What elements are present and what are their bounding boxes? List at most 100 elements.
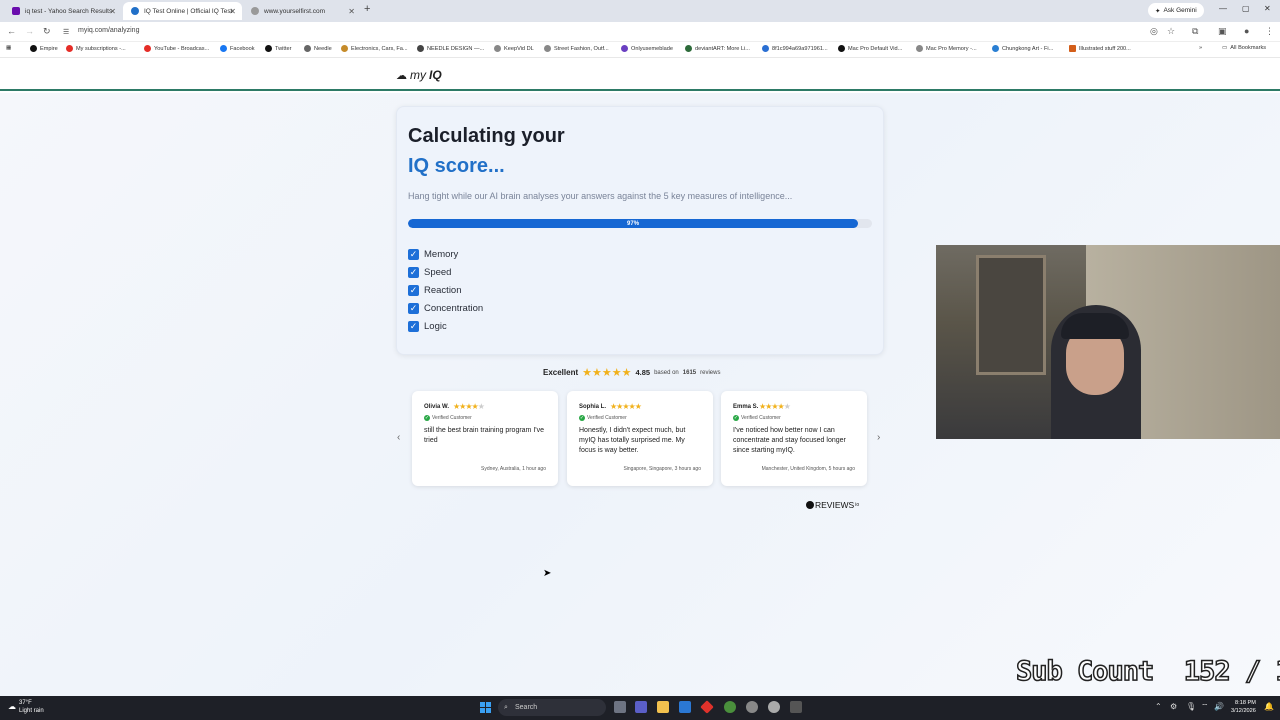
checklist-item-speed: ✓ Speed xyxy=(408,266,451,278)
bookmark-favicon-icon xyxy=(621,45,628,52)
minimize-icon[interactable]: — xyxy=(1219,4,1227,13)
bookmark-label: Mac Pro Memory -... xyxy=(926,45,977,52)
eye-off-icon[interactable]: ◎ xyxy=(1150,26,1158,37)
back-icon[interactable]: ← xyxy=(7,26,16,36)
store-icon[interactable] xyxy=(679,701,691,713)
teams-icon[interactable] xyxy=(635,701,647,713)
review-card: Emma S. ★★★★★ ✓ Verified Customer I've no… xyxy=(721,391,867,486)
bookmark-item[interactable]: Twitter xyxy=(265,45,291,52)
app-icon[interactable] xyxy=(746,701,758,713)
gemini-sparkle-icon: ✦ xyxy=(1155,7,1161,15)
bookmark-item[interactable]: YouTube - Broadcas... xyxy=(144,45,209,52)
bookmark-item[interactable]: My subscriptions -... xyxy=(66,45,126,52)
check-circle-icon: ✓ xyxy=(424,415,430,421)
subtitle: Hang tight while our AI brain analyses y… xyxy=(408,191,793,201)
reviewer-name: Sophia L. xyxy=(579,404,606,410)
new-tab-button[interactable]: + xyxy=(364,3,370,15)
ask-gemini-button[interactable]: ✦ Ask Gemini xyxy=(1148,3,1204,18)
app-icon[interactable] xyxy=(790,701,802,713)
rating-reviews-word: reviews xyxy=(700,369,721,376)
windows-start-icon[interactable] xyxy=(480,702,491,713)
bookmark-item[interactable]: Electronics, Cars, Fa... xyxy=(341,45,408,52)
webcam-cap xyxy=(1061,313,1129,339)
bookmark-item[interactable]: Onlyusemeblade xyxy=(621,45,673,52)
needle-icon xyxy=(304,45,311,52)
ask-gemini-label: Ask Gemini xyxy=(1163,7,1197,14)
all-bookmarks[interactable]: ▭ All Bookmarks xyxy=(1222,45,1266,51)
taskbar-search[interactable]: ⌕ Search xyxy=(498,699,606,716)
menu-icon[interactable]: ⋮ xyxy=(1265,26,1274,37)
weather-widget[interactable]: ☁ 37°F Light rain xyxy=(8,699,44,715)
bookmark-label: Illustrated stuff 200... xyxy=(1079,45,1131,52)
image-icon xyxy=(762,45,769,52)
url-field[interactable]: myiq.com/analyzing xyxy=(78,27,139,34)
apps-icon[interactable]: ▦ xyxy=(6,45,11,51)
bookmark-item[interactable]: Facebook xyxy=(220,45,255,52)
close-tab-icon[interactable]: ✕ xyxy=(348,7,355,16)
reviews-io-logo[interactable]: REVIEWS io xyxy=(806,500,859,510)
rating-label: Excellent xyxy=(543,368,579,377)
youtube-icon xyxy=(144,45,151,52)
system-clock[interactable]: 8:18 PM 3/12/2026 xyxy=(1231,699,1256,715)
wifi-icon[interactable]: ⌔ xyxy=(1201,702,1209,712)
myiq-logo[interactable]: ☁ my IQ xyxy=(396,68,442,82)
carousel-prev-icon[interactable]: ‹ xyxy=(397,432,400,443)
logo-suffix: IQ xyxy=(429,68,442,82)
bookmark-item[interactable]: Needle xyxy=(304,45,332,52)
tab-myiq[interactable]: IQ Test Online | Official IQ Test ✕ xyxy=(123,2,242,20)
tray-chevron-icon[interactable]: ⌃ xyxy=(1155,702,1162,711)
close-tab-icon[interactable]: ✕ xyxy=(229,7,236,16)
verified-label: Verified Customer xyxy=(432,415,472,421)
site-info-icon[interactable]: ☰ xyxy=(63,28,69,36)
bookmark-item[interactable]: NEEDLE DESIGN —... xyxy=(417,45,484,52)
file-explorer-icon[interactable] xyxy=(657,701,669,713)
more-bookmarks-icon[interactable]: » xyxy=(1199,45,1202,51)
bookmark-item[interactable]: Mac Pro Memory -... xyxy=(916,45,977,52)
settings-icon[interactable] xyxy=(768,701,780,713)
browser-tab-bar: iq test - Yahoo Search Results ✕ IQ Test… xyxy=(0,0,1280,22)
bookmark-label: 8f1c994a69a971961... xyxy=(772,45,828,52)
sidebar-icon[interactable]: ▣ xyxy=(1218,26,1227,37)
reviewer-name: Olivia W. xyxy=(424,404,450,410)
extensions-icon[interactable]: ⧉ xyxy=(1192,26,1198,37)
tab-title: iq test - Yahoo Search Results xyxy=(25,7,113,15)
profile-icon[interactable]: ● xyxy=(1244,26,1249,36)
site-header: ☁ my IQ xyxy=(0,58,1280,91)
bookmark-label: Street Fashion, Outf... xyxy=(554,45,609,52)
bookmark-item[interactable]: deviantART: More Li... xyxy=(685,45,750,52)
chrome-icon[interactable] xyxy=(724,701,736,713)
carousel-next-icon[interactable]: › xyxy=(877,432,880,443)
microphone-icon[interactable]: 🎙 xyxy=(1186,702,1196,711)
progress-label: 97% xyxy=(627,220,640,227)
maximize-icon[interactable]: ▢ xyxy=(1242,4,1250,13)
tab-yourselfirst[interactable]: www.yourselfirst.com ✕ xyxy=(243,2,361,20)
reload-icon[interactable]: ↻ xyxy=(43,26,51,37)
reviews-io-icon xyxy=(806,501,814,509)
bookmark-item[interactable]: Chungkong Art - Fi... xyxy=(992,45,1053,52)
volume-icon[interactable]: 🔊 xyxy=(1214,702,1224,711)
app-icon[interactable] xyxy=(700,700,714,714)
tray-app-icon[interactable]: ⚙ xyxy=(1170,702,1177,711)
tab-yahoo[interactable]: iq test - Yahoo Search Results ✕ xyxy=(4,2,122,20)
bookmark-item[interactable]: 8f1c994a69a971961... xyxy=(762,45,828,52)
checkbox-checked-icon: ✓ xyxy=(408,266,419,278)
task-view-icon[interactable] xyxy=(614,701,626,713)
bookmark-star-icon[interactable]: ☆ xyxy=(1167,26,1175,37)
bookmark-item[interactable]: Street Fashion, Outf... xyxy=(544,45,609,52)
rating-count: 1615 xyxy=(682,369,697,376)
close-window-icon[interactable]: ✕ xyxy=(1264,4,1271,13)
forward-icon[interactable]: → xyxy=(25,26,34,36)
bookmark-item[interactable]: Illustrated stuff 200... xyxy=(1069,45,1131,52)
close-tab-icon[interactable]: ✕ xyxy=(109,7,116,16)
review-text: still the best brain training program I'… xyxy=(424,427,545,444)
bookmark-favicon-icon xyxy=(341,45,348,52)
notification-icon[interactable]: 🔔 xyxy=(1264,702,1274,711)
bookmark-item[interactable]: KeepVid DL xyxy=(494,45,534,52)
review-location: Sydney, Australia, 1 hour ago xyxy=(481,466,546,472)
bookmark-item[interactable]: Mac Pro Default Vid... xyxy=(838,45,902,52)
tab-title: www.yourselfirst.com xyxy=(264,7,326,15)
checklist-item-memory: ✓ Memory xyxy=(408,248,458,260)
sub-count-overlay: Sub Count 152 / 155 xyxy=(1015,655,1280,688)
bookmark-item[interactable]: Empire xyxy=(30,45,58,52)
checkbox-checked-icon: ✓ xyxy=(408,302,419,314)
